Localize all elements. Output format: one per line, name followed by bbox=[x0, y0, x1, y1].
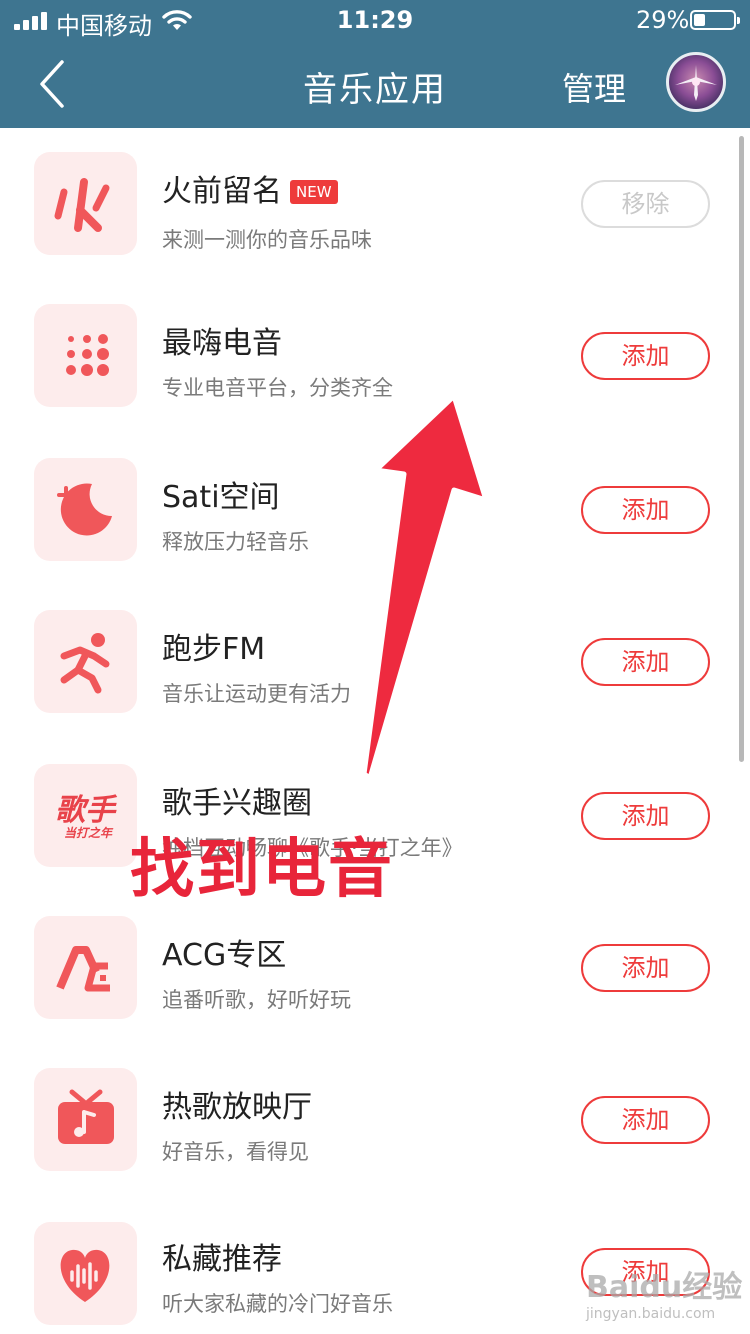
battery-icon bbox=[690, 10, 740, 30]
item-title: 跑步FM bbox=[162, 632, 266, 667]
runner-icon bbox=[34, 610, 137, 713]
page-title: 音乐应用 bbox=[303, 70, 447, 110]
list-item: ACG专区 追番听歌，好听好玩 添加 bbox=[0, 888, 750, 1040]
item-subtitle: 听大家私藏的冷门好音乐 bbox=[162, 1292, 393, 1316]
arrow-up-icon bbox=[361, 393, 489, 780]
item-title: 最嗨电音 bbox=[162, 326, 282, 361]
add-button[interactable]: 添加 bbox=[581, 1096, 710, 1144]
flame-logo-icon bbox=[34, 152, 137, 255]
item-title: 私藏推荐 bbox=[162, 1242, 282, 1277]
manage-button[interactable]: 管理 bbox=[562, 64, 626, 110]
remove-button[interactable]: 移除 bbox=[581, 180, 710, 228]
item-title: Sati空间 bbox=[162, 480, 280, 515]
svg-text:当打之年: 当打之年 bbox=[64, 826, 114, 840]
status-bar: 中国移动 11:29 29% bbox=[0, 0, 750, 40]
scrollbar[interactable] bbox=[739, 136, 744, 762]
item-title-text: 火前留名 bbox=[162, 174, 282, 209]
watermark-url: jingyan.baidu.com bbox=[586, 1306, 716, 1322]
battery-percent: 29% bbox=[636, 6, 690, 34]
item-subtitle: 好音乐，看得见 bbox=[162, 1140, 309, 1164]
avatar[interactable] bbox=[666, 52, 726, 112]
item-title: 歌手兴趣圈 bbox=[162, 786, 312, 821]
list-item: 火前留名 NEW 来测一测你的音乐品味 移除 bbox=[0, 128, 750, 280]
item-subtitle: 来测一测你的音乐品味 bbox=[162, 228, 372, 252]
heart-wave-icon bbox=[34, 1222, 137, 1325]
item-title: 热歌放映厅 bbox=[162, 1090, 312, 1125]
watermark-logo: Baidu经验 bbox=[586, 1270, 743, 1305]
watermark: Baidu经验 jingyan.baidu.com bbox=[586, 1262, 742, 1322]
svg-text:歌手: 歌手 bbox=[55, 793, 118, 828]
add-button[interactable]: 添加 bbox=[581, 486, 710, 534]
acg-logo-icon bbox=[34, 916, 137, 1019]
item-subtitle: 追番听歌，好听好玩 bbox=[162, 988, 351, 1012]
add-button[interactable]: 添加 bbox=[581, 638, 710, 686]
annotation-text: 找到电音 bbox=[130, 833, 394, 907]
list-item: 热歌放映厅 好音乐，看得见 添加 bbox=[0, 1040, 750, 1192]
add-button[interactable]: 添加 bbox=[581, 944, 710, 992]
moon-icon bbox=[34, 458, 137, 561]
item-title: 火前留名 NEW bbox=[162, 166, 338, 210]
add-button[interactable]: 添加 bbox=[581, 792, 710, 840]
nav-bar: 音乐应用 管理 bbox=[0, 40, 750, 128]
add-button[interactable]: 添加 bbox=[581, 332, 710, 380]
tv-music-icon bbox=[34, 1068, 137, 1171]
dots-grid-icon bbox=[34, 304, 137, 407]
singer-logo-icon: 歌手 当打之年 bbox=[34, 764, 137, 867]
new-badge: NEW bbox=[290, 180, 338, 204]
item-title: ACG专区 bbox=[162, 938, 287, 973]
item-subtitle: 音乐让运动更有活力 bbox=[162, 682, 351, 706]
item-subtitle: 释放压力轻音乐 bbox=[162, 530, 309, 554]
avatar-icon bbox=[675, 65, 717, 101]
